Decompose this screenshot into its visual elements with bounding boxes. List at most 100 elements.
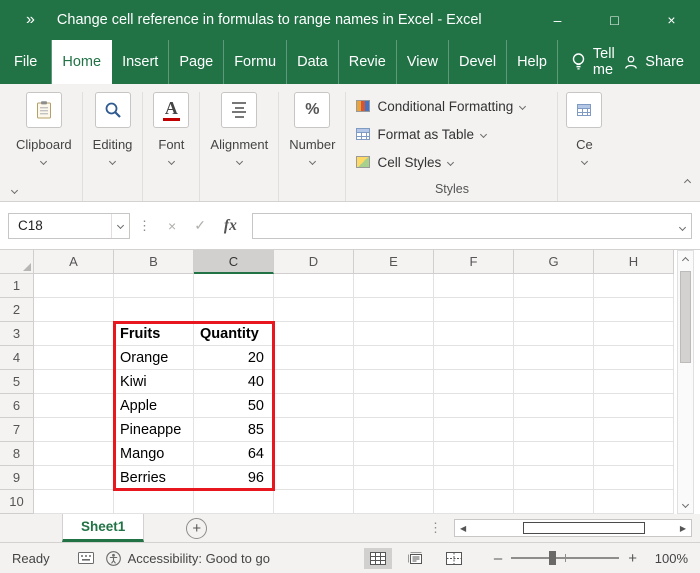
tell-me-button[interactable]: Tell me	[572, 40, 624, 84]
cell-g6[interactable]	[514, 394, 594, 418]
row-header-5[interactable]: 5	[0, 370, 34, 394]
cell-h3[interactable]	[594, 322, 674, 346]
cell-a7[interactable]	[34, 418, 114, 442]
percent-icon[interactable]: %	[294, 92, 330, 128]
page-break-preview-button[interactable]	[440, 548, 468, 569]
cell-e1[interactable]	[354, 274, 434, 298]
clipboard-icon[interactable]	[26, 92, 62, 128]
cell-e9[interactable]	[354, 466, 434, 490]
row-header-7[interactable]: 7	[0, 418, 34, 442]
cell-e8[interactable]	[354, 442, 434, 466]
alignment-icon[interactable]	[221, 92, 257, 128]
cell-f6[interactable]	[434, 394, 514, 418]
cell-g8[interactable]	[514, 442, 594, 466]
cell-a2[interactable]	[34, 298, 114, 322]
ribbon-tab-help[interactable]: Help	[507, 40, 558, 84]
cell-e6[interactable]	[354, 394, 434, 418]
zoom-slider-thumb[interactable]	[549, 551, 556, 565]
name-box-dropdown[interactable]	[111, 214, 129, 238]
cell-b10[interactable]	[114, 490, 194, 514]
cell-h2[interactable]	[594, 298, 674, 322]
cell-g4[interactable]	[514, 346, 594, 370]
horizontal-scrollbar[interactable]: ◀ ▶	[454, 519, 692, 537]
chevron-down-icon[interactable]	[168, 158, 175, 165]
scroll-up-button[interactable]	[678, 251, 693, 269]
cell-b4[interactable]: Orange	[114, 346, 194, 370]
cell-b9[interactable]: Berries	[114, 466, 194, 490]
zoom-out-button[interactable]: –	[494, 550, 502, 567]
row-header-2[interactable]: 2	[0, 298, 34, 322]
cell-f10[interactable]	[434, 490, 514, 514]
zoom-level[interactable]: 100%	[646, 551, 688, 566]
cell-a6[interactable]	[34, 394, 114, 418]
cell-c2[interactable]	[194, 298, 274, 322]
cell-d3[interactable]	[274, 322, 354, 346]
formula-input[interactable]	[252, 213, 692, 239]
ribbon-tab-data[interactable]: Data	[287, 40, 339, 84]
cell-h5[interactable]	[594, 370, 674, 394]
cell-e10[interactable]	[354, 490, 434, 514]
formula-bar-grip-icon[interactable]: ⋮	[130, 218, 159, 234]
insert-function-button[interactable]: fx	[224, 217, 237, 235]
cell-e2[interactable]	[354, 298, 434, 322]
collapse-ribbon-icon[interactable]	[684, 179, 691, 186]
cancel-button[interactable]: ×	[168, 218, 176, 234]
select-all-corner[interactable]	[0, 250, 34, 274]
cell-b2[interactable]	[114, 298, 194, 322]
share-button[interactable]: Share	[624, 40, 684, 84]
row-header-4[interactable]: 4	[0, 346, 34, 370]
scroll-right-arrow-icon[interactable]: ▶	[675, 524, 691, 533]
cell-g3[interactable]	[514, 322, 594, 346]
cell-e3[interactable]	[354, 322, 434, 346]
normal-view-button[interactable]	[364, 548, 392, 569]
cell-a5[interactable]	[34, 370, 114, 394]
row-header-3[interactable]: 3	[0, 322, 34, 346]
cell-b8[interactable]: Mango	[114, 442, 194, 466]
cell-c4[interactable]: 20	[194, 346, 274, 370]
cell-h10[interactable]	[594, 490, 674, 514]
chevron-down-icon[interactable]	[40, 158, 47, 165]
cell-f9[interactable]	[434, 466, 514, 490]
cell-c8[interactable]: 64	[194, 442, 274, 466]
cell-g1[interactable]	[514, 274, 594, 298]
scroll-left-arrow-icon[interactable]: ◀	[455, 524, 471, 533]
column-header-f[interactable]: F	[434, 250, 514, 274]
cell-b7[interactable]: Pineappe	[114, 418, 194, 442]
cell-c6[interactable]: 50	[194, 394, 274, 418]
cell-d1[interactable]	[274, 274, 354, 298]
zoom-in-button[interactable]: +	[628, 550, 637, 567]
cell-f5[interactable]	[434, 370, 514, 394]
cell-f3[interactable]	[434, 322, 514, 346]
scroll-down-button[interactable]	[678, 495, 693, 513]
cell-b3[interactable]: Fruits	[114, 322, 194, 346]
row-header-10[interactable]: 10	[0, 490, 34, 514]
chevron-down-icon[interactable]	[581, 158, 588, 165]
close-button[interactable]: ×	[643, 0, 700, 40]
cell-h8[interactable]	[594, 442, 674, 466]
cell-b6[interactable]: Apple	[114, 394, 194, 418]
row-header-8[interactable]: 8	[0, 442, 34, 466]
ribbon-tab-page[interactable]: Page	[169, 40, 224, 84]
zoom-slider[interactable]	[511, 557, 619, 559]
name-box[interactable]: C18	[8, 213, 130, 239]
tab-bar-grip-icon[interactable]: ⋮	[421, 520, 450, 536]
cell-d4[interactable]	[274, 346, 354, 370]
column-header-a[interactable]: A	[34, 250, 114, 274]
cell-b1[interactable]	[114, 274, 194, 298]
cell-e7[interactable]	[354, 418, 434, 442]
page-layout-view-button[interactable]	[402, 548, 430, 569]
cell-d9[interactable]	[274, 466, 354, 490]
column-header-d[interactable]: D	[274, 250, 354, 274]
ribbon-tab-insert[interactable]: Insert	[112, 40, 169, 84]
ribbon-tab-formu[interactable]: Formu	[224, 40, 287, 84]
cell-g7[interactable]	[514, 418, 594, 442]
cell-c9[interactable]: 96	[194, 466, 274, 490]
column-header-e[interactable]: E	[354, 250, 434, 274]
cell-f1[interactable]	[434, 274, 514, 298]
minimize-button[interactable]: –	[529, 0, 586, 40]
horizontal-scrollbar-track[interactable]	[471, 520, 675, 536]
row-header-9[interactable]: 9	[0, 466, 34, 490]
row-header-6[interactable]: 6	[0, 394, 34, 418]
maximize-button[interactable]: □	[586, 0, 643, 40]
cell-g10[interactable]	[514, 490, 594, 514]
